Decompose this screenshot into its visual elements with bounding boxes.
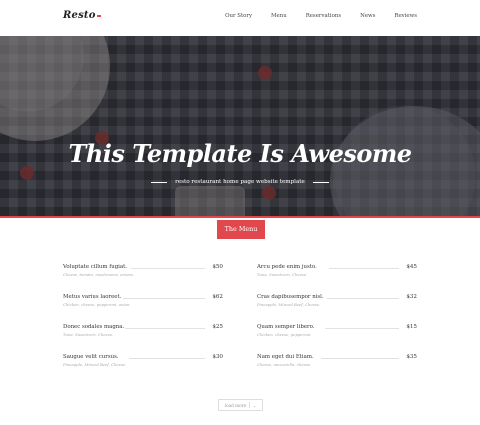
menu-item-name: Quam semper libero.	[257, 324, 315, 330]
menu-item-price: $32	[406, 294, 417, 300]
menu-item-name: Voluptate cillum fugiat.	[63, 264, 127, 270]
menu-item-desc: Chicken, cheese, pepperoni.	[257, 331, 312, 337]
menu-list: Voluptate cillum fugiat. Cheese, tomato,…	[63, 264, 417, 368]
dotted-leader	[125, 328, 205, 329]
divider	[312, 181, 329, 183]
menu-item-desc: Pineapple, Minced Beef, Cheese.	[257, 301, 321, 307]
nav-news[interactable]: News	[360, 13, 375, 19]
menu-item[interactable]: Nam eget dui Etiam. Cheese, mozzarella, …	[257, 354, 417, 368]
menu-item-price: $15	[406, 324, 417, 330]
logo[interactable]: Resto	[63, 10, 101, 21]
hero-bowl-image	[175, 186, 245, 216]
menu-item[interactable]: Arcu pede enim justo. Tuna, Sweetcorn, C…	[257, 264, 417, 278]
menu-item-name: Cras dapibusempor nisl.	[257, 294, 324, 300]
menu-item[interactable]: Quam semper libero. Chicken, cheese, pep…	[257, 324, 417, 338]
menu-item[interactable]: Donec sodales magna. Tuna, Sweetcorn, Ch…	[63, 324, 223, 338]
menu-item-name: Metus varius laoreet.	[63, 294, 122, 300]
hero-strawberry	[20, 166, 34, 180]
accent-divider	[0, 216, 480, 218]
menu-item-desc: Cheese, mozzarella, cheese.	[257, 361, 312, 367]
menu-item-price: $25	[212, 324, 223, 330]
dotted-leader	[129, 358, 205, 359]
menu-item-desc: Cheese, tomato, mushrooms, onions.	[63, 271, 134, 277]
hero-strawberry	[258, 66, 272, 80]
hero-subtitle: resto restaurant home page website templ…	[175, 179, 305, 185]
divider	[249, 402, 250, 408]
logo-text: Resto	[63, 10, 96, 21]
menu-item-desc: Tuna, Sweetcorn, Cheese.	[63, 331, 114, 337]
menu-item-name: Arcu pede enim justo.	[257, 264, 317, 270]
section-tab-menu: The Menu	[217, 220, 265, 239]
nav-our-story[interactable]: Our Story	[225, 13, 252, 19]
nav-reservations[interactable]: Reservations	[306, 13, 341, 19]
menu-item-price: $30	[212, 354, 223, 360]
site-header: Resto Our Story Menu Reservations News R…	[0, 0, 480, 36]
menu-item[interactable]: Voluptate cillum fugiat. Cheese, tomato,…	[63, 264, 223, 278]
menu-item-name: Saugue velit cursus.	[63, 354, 119, 360]
dotted-leader	[123, 298, 205, 299]
menu-item-price: $62	[212, 294, 223, 300]
menu-item-name: Donec sodales magna.	[63, 324, 125, 330]
main-nav: Our Story Menu Reservations News Reviews	[206, 13, 417, 19]
logo-accent-dot	[96, 15, 101, 17]
chevron-down-icon: ⌄	[252, 402, 257, 408]
load-more-button[interactable]: load more ⌄	[218, 399, 263, 411]
hero-title: This Template Is Awesome	[68, 139, 412, 168]
menu-item-desc: Tuna, Sweetcorn, Cheese.	[257, 271, 308, 277]
dotted-leader	[327, 298, 399, 299]
hero-banner: This Template Is Awesome resto restauran…	[0, 36, 480, 216]
menu-item[interactable]: Cras dapibusempor nisl. Pineapple, Mince…	[257, 294, 417, 308]
dotted-leader	[325, 328, 399, 329]
hero-strawberry	[262, 186, 276, 200]
dotted-leader	[321, 358, 399, 359]
divider	[151, 181, 168, 183]
load-more-label: load more	[224, 402, 247, 408]
hero-subtitle-row: resto restaurant home page website templ…	[0, 179, 480, 185]
menu-item[interactable]: Metus varius laoreet. Chicken, cheese, p…	[63, 294, 223, 308]
menu-item-price: $50	[212, 264, 223, 270]
menu-item-desc: Chicken, cheese, pepperoni, onion.	[63, 301, 131, 307]
hero-plate-image	[0, 36, 110, 141]
nav-reviews[interactable]: Reviews	[394, 13, 417, 19]
menu-item-price: $45	[406, 264, 417, 270]
menu-item[interactable]: Saugue velit cursus. Pineapple, Minced B…	[63, 354, 223, 368]
menu-item-name: Nam eget dui Etiam.	[257, 354, 314, 360]
menu-item-desc: Pineapple, Minced Beef, Cheese.	[63, 361, 127, 367]
nav-menu[interactable]: Menu	[271, 13, 287, 19]
dotted-leader	[329, 268, 399, 269]
menu-item-price: $35	[406, 354, 417, 360]
dotted-leader	[131, 268, 205, 269]
